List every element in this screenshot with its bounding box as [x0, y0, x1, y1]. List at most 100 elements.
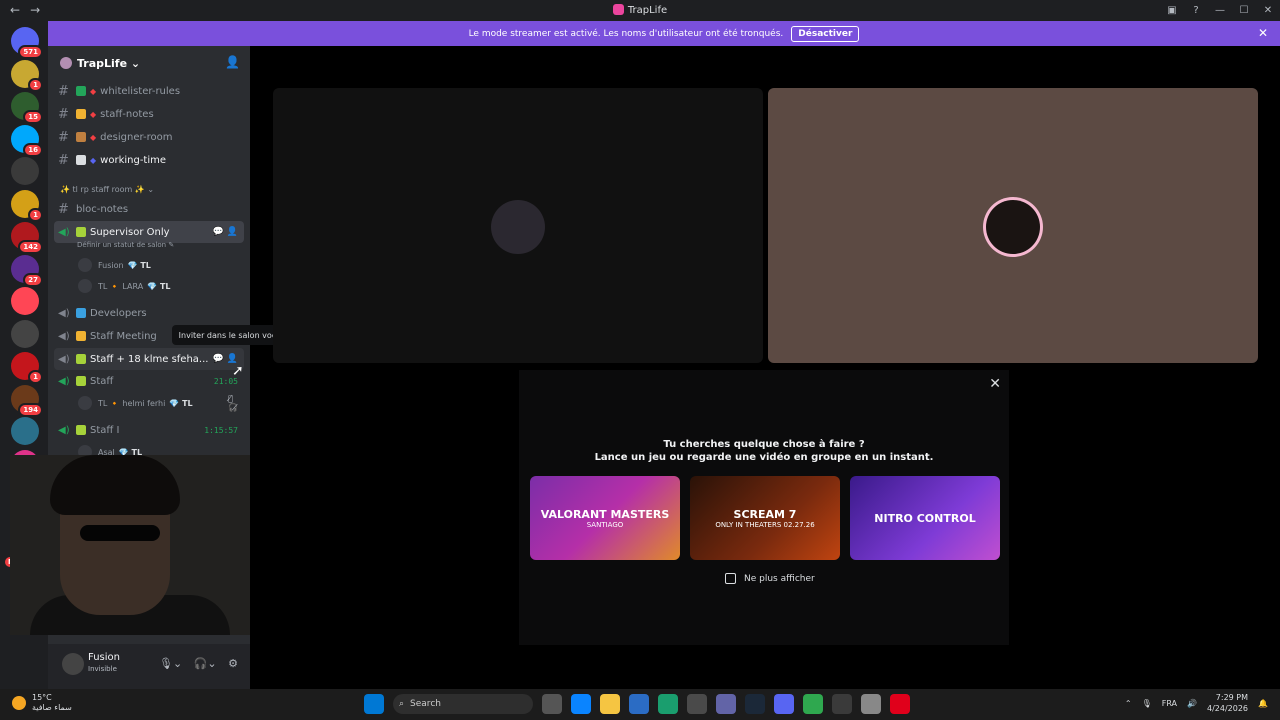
- chevron-up-icon[interactable]: ⌃: [1125, 699, 1132, 708]
- taskbar-app-icon[interactable]: [542, 694, 562, 714]
- taskbar-app-icon[interactable]: [716, 694, 736, 714]
- activity-card-scream[interactable]: SCREAM 7 ONLY IN THEATERS 02.27.26: [690, 476, 840, 560]
- voice-staff-i[interactable]: ◀) Staff I 1:15:57: [54, 419, 244, 441]
- server-icon[interactable]: 16: [11, 124, 43, 157]
- notification-icon[interactable]: 🔔: [1258, 699, 1268, 708]
- beginner-icon: [76, 227, 86, 237]
- minimize-icon[interactable]: —: [1208, 5, 1232, 16]
- channel-working-time[interactable]: # ◆ working-time: [58, 150, 244, 170]
- activity-card-valorant[interactable]: VALORANT MASTERS SANTIAGO: [530, 476, 680, 560]
- server-icon[interactable]: 1: [11, 352, 43, 384]
- voice-member[interactable]: TL 🔸 LARA 💎 TL: [78, 277, 171, 295]
- person-glasses: [80, 525, 160, 541]
- server-icon[interactable]: [11, 417, 39, 445]
- avatar: [78, 396, 92, 410]
- headphones-icon[interactable]: 🎧⌄: [194, 657, 217, 670]
- banner-close-icon[interactable]: ✕: [1258, 26, 1268, 40]
- beginner-icon: [76, 354, 86, 364]
- unread-badge: 571: [18, 45, 43, 59]
- channel-bloc-notes[interactable]: # bloc-notes: [58, 199, 244, 219]
- checkbox-box[interactable]: [725, 573, 736, 584]
- voice-supervisor-only[interactable]: ◀) Supervisor Only 💬 👤: [54, 221, 244, 243]
- channel-staff-notes[interactable]: # ◆ staff-notes: [58, 104, 244, 124]
- taskbar-app-icon[interactable]: [745, 694, 765, 714]
- note-icon: [76, 109, 86, 119]
- channel-whitelister-rules[interactable]: # ◆ whitelister-rules: [58, 81, 244, 101]
- unread-badge: 1: [28, 77, 43, 92]
- start-icon[interactable]: [364, 694, 384, 714]
- activity-card-nitro-control[interactable]: NITRO CONTROL: [850, 476, 1000, 560]
- voice-member[interactable]: Fusion 💎 TL: [78, 256, 151, 274]
- video-tile[interactable]: [768, 88, 1258, 363]
- diamond-icon: ◆: [90, 109, 97, 119]
- taskbar-app-icon[interactable]: [861, 694, 881, 714]
- channel-label: staff-notes: [100, 108, 154, 120]
- voice-label: Staff + 18 klme sfeha...: [90, 353, 209, 365]
- disable-button[interactable]: Désactiver: [791, 25, 860, 42]
- system-tray: ⌃ 🎙 FRA 🔊 7:29 PM 4/24/2026 🔔: [1115, 692, 1268, 714]
- invite-icon[interactable]: 👤: [225, 55, 240, 69]
- search-box[interactable]: ⌕ Search: [393, 694, 533, 714]
- server-icon[interactable]: [11, 287, 39, 315]
- voice-actions[interactable]: 💬 👤: [213, 227, 238, 237]
- unread-badge: 1: [28, 370, 43, 384]
- user-name: Fusion: [88, 652, 120, 663]
- server-icon[interactable]: 1: [11, 59, 43, 92]
- volume-icon[interactable]: 🔊: [1187, 699, 1197, 708]
- server-icon[interactable]: [11, 319, 39, 348]
- microphone-icon[interactable]: 🎙: [1142, 699, 1152, 708]
- unread-badge: 1: [28, 207, 43, 222]
- server-icon[interactable]: 1: [11, 189, 43, 222]
- taskbar-app-icon[interactable]: [687, 694, 707, 714]
- taskbar-app-icon[interactable]: [658, 694, 678, 714]
- category-staff-room[interactable]: ✨ tl rp staff room ✨ ⌄: [60, 185, 154, 194]
- hash-icon: #: [58, 129, 69, 145]
- channel-designer-room[interactable]: # ◆ designer-room: [58, 127, 244, 147]
- voice-timer: 1:15:57: [204, 425, 238, 435]
- channel-status[interactable]: Définir un statut de salon ✎: [77, 241, 174, 249]
- webcam-overlay: [10, 455, 250, 635]
- channel-label: bloc-notes: [76, 203, 129, 215]
- taskbar-app-icon[interactable]: [890, 694, 910, 714]
- user-panel: Fusion Invisible 🎙⌄ 🎧⌄ ⚙: [48, 644, 250, 689]
- voice-developers[interactable]: ◀) Developers: [54, 302, 244, 324]
- taskbar-app-icon[interactable]: [774, 694, 794, 714]
- clock[interactable]: 7:29 PM 4/24/2026: [1207, 692, 1248, 714]
- server-icon[interactable]: 194: [11, 384, 43, 417]
- video-tile[interactable]: [273, 88, 763, 363]
- diamond-icon: ◆: [90, 132, 97, 142]
- avatar: [78, 279, 92, 293]
- user-avatar[interactable]: [62, 653, 84, 675]
- unread-badge: 16: [23, 142, 43, 157]
- server-icon[interactable]: 142: [11, 222, 43, 254]
- weather-widget[interactable]: 15°C سماء صافية: [12, 693, 72, 713]
- microphone-icon[interactable]: 🎙⌄: [159, 657, 182, 670]
- channel-label: designer-room: [100, 131, 173, 143]
- taskbar-app-icon[interactable]: [832, 694, 852, 714]
- hash-icon: #: [58, 201, 69, 217]
- close-icon[interactable]: ✕: [1256, 5, 1280, 16]
- server-icon[interactable]: 15: [11, 92, 43, 124]
- speaker-icon: ◀): [58, 375, 70, 387]
- settings-gear-icon[interactable]: ⚙: [228, 657, 238, 670]
- taskbar-app-icon[interactable]: [571, 694, 591, 714]
- help-icon[interactable]: ?: [1184, 5, 1208, 16]
- language-indicator[interactable]: FRA: [1162, 699, 1177, 708]
- server-icon[interactable]: 27: [11, 254, 43, 287]
- voice-staff-18[interactable]: ◀) Staff + 18 klme sfeha... 💬 👤: [54, 348, 244, 370]
- voice-member[interactable]: TL 🔸 helmi ferhi 💎 TL 🎙̸ 🎧̸: [78, 394, 238, 412]
- close-icon[interactable]: ✕: [989, 376, 1001, 392]
- server-icon[interactable]: [11, 157, 39, 185]
- speaker-icon: ◀): [58, 307, 70, 319]
- taskbar-app-icon[interactable]: [803, 694, 823, 714]
- taskbar-app-icon[interactable]: [629, 694, 649, 714]
- voice-staff[interactable]: ◀) Staff 21:05: [54, 370, 244, 392]
- maximize-icon[interactable]: ☐: [1232, 5, 1256, 16]
- dont-show-again-checkbox[interactable]: Ne plus afficher: [725, 573, 815, 584]
- voice-label: Supervisor Only: [90, 226, 170, 238]
- inbox-icon[interactable]: ▣: [1160, 5, 1184, 16]
- server-icon[interactable]: 571: [11, 27, 43, 59]
- guild-header[interactable]: TrapLife ⌄ 👤: [48, 46, 250, 80]
- voice-label: Staff: [90, 375, 114, 387]
- taskbar-app-icon[interactable]: [600, 694, 620, 714]
